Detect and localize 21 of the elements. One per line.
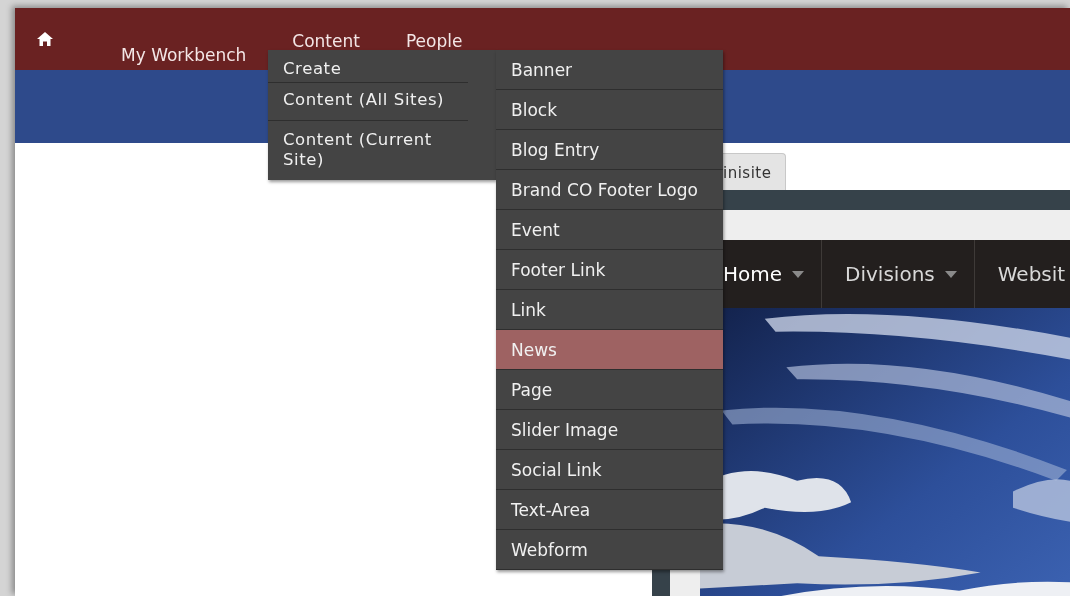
menu-item[interactable]: Footer Link (496, 250, 723, 290)
menu-item[interactable]: Webform (496, 530, 723, 570)
menu-item[interactable]: Brand CO Footer Logo (496, 170, 723, 210)
menu-item[interactable]: Blog Entry (496, 130, 723, 170)
caret-icon (944, 270, 957, 278)
menu-item[interactable]: Content (All Sites) (268, 83, 468, 121)
home-icon[interactable] (37, 32, 53, 46)
toolbar-link[interactable]: People (405, 31, 463, 51)
menu-item[interactable]: Event (496, 210, 723, 250)
menu-item[interactable]: Page (496, 370, 723, 410)
menu-item[interactable]: Block (496, 90, 723, 130)
menu-item[interactable]: News (496, 330, 723, 370)
caret-icon (792, 270, 805, 278)
toolbar-link[interactable]: Content (292, 31, 360, 51)
menu-item[interactable]: Text-Area (496, 490, 723, 530)
menu-item[interactable]: Social Link (496, 450, 723, 490)
menu-item[interactable]: Banner (496, 50, 723, 90)
menu-item[interactable]: Content (Current Site) (268, 121, 468, 180)
menu-item[interactable]: Create (268, 50, 468, 83)
toolbar-link[interactable]: My Workbench (121, 45, 247, 65)
menu-item[interactable]: Slider Image (496, 410, 723, 450)
